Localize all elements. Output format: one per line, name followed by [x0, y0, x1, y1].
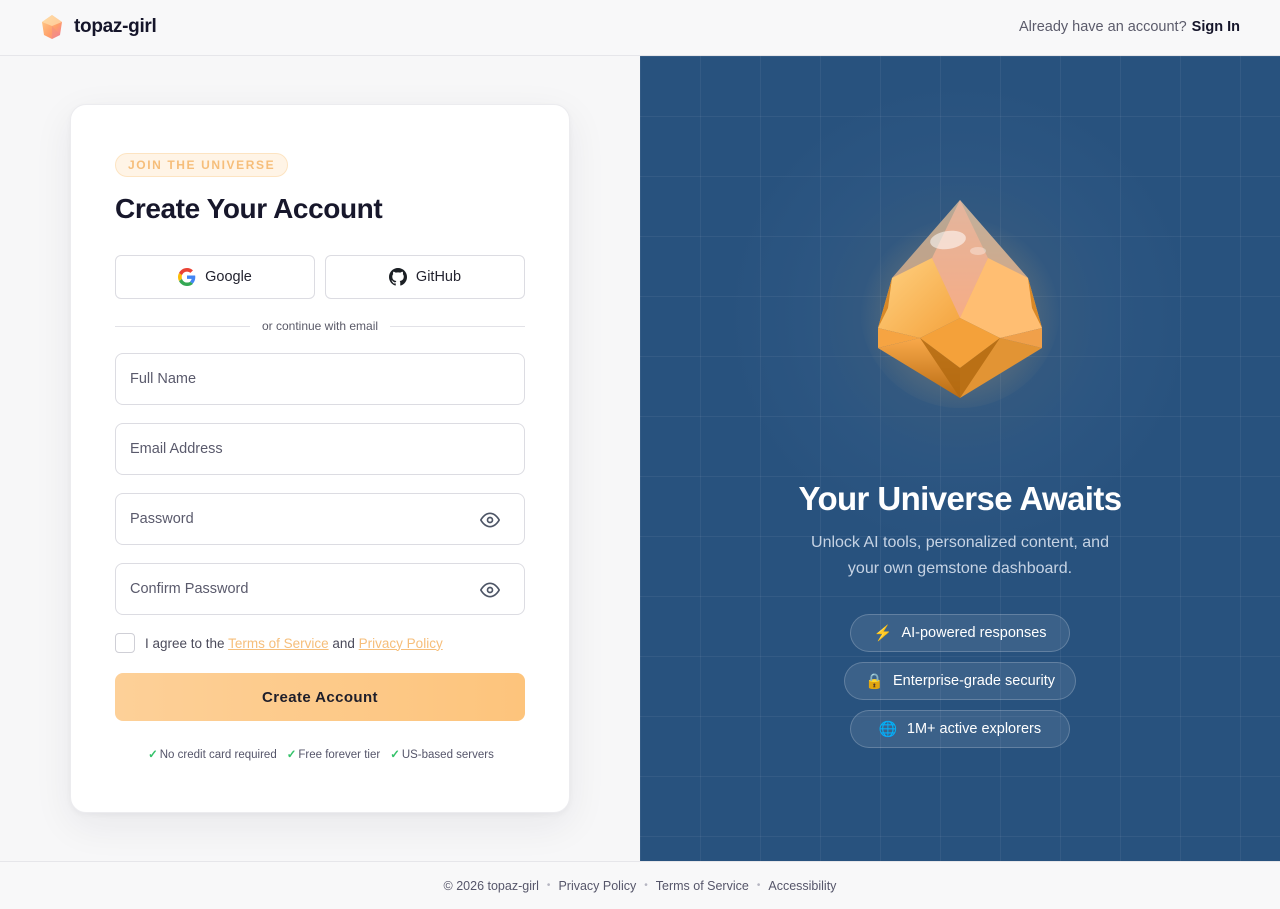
- hero-panel: Your Universe Awaits Unlock AI tools, pe…: [640, 56, 1280, 861]
- password-field: [115, 493, 525, 545]
- email-input[interactable]: [116, 424, 524, 474]
- feature-pill-security: 🔒 Enterprise-grade security: [844, 662, 1076, 700]
- brand[interactable]: topaz-girl: [40, 14, 157, 40]
- footer-separator: •: [644, 880, 648, 891]
- confirm-password-field: [115, 563, 525, 615]
- signup-pane: JOIN THE UNIVERSE Create Your Account Go…: [0, 56, 640, 861]
- google-button-label: Google: [205, 269, 252, 285]
- github-signup-button[interactable]: GitHub: [325, 255, 525, 299]
- agree-prefix: I agree to the: [145, 635, 225, 651]
- agree-and: and: [332, 635, 355, 651]
- bolt-icon: ⚡: [873, 625, 893, 642]
- password-input[interactable]: [116, 494, 524, 544]
- check-icon: ✓: [286, 749, 297, 761]
- signin-link[interactable]: Sign In: [1192, 19, 1240, 35]
- eyebrow-badge: JOIN THE UNIVERSE: [115, 153, 289, 177]
- hero-subtitle: Unlock AI tools, personalized content, a…: [811, 534, 1109, 577]
- top-header: topaz-girl Already have an account? Sign…: [0, 0, 1280, 56]
- google-icon: [178, 268, 196, 286]
- gem-logo-icon: [42, 15, 62, 39]
- perk-item: ✓ No credit card required: [148, 749, 277, 761]
- or-divider: or continue with email: [115, 317, 525, 335]
- signin-prompt-text: Already have an account?: [1018, 19, 1187, 35]
- confirm-password-input[interactable]: [116, 564, 524, 614]
- terms-of-service-link[interactable]: Terms of Service: [228, 636, 329, 651]
- terms-agreement: I agree to the Terms of Service and Priv…: [115, 633, 443, 653]
- terms-agreement-text: I agree to the Terms of Service and Priv…: [145, 636, 443, 651]
- footer-separator: •: [756, 880, 761, 891]
- perk-item: ✓ Free forever tier: [286, 749, 381, 761]
- full-name-field: [115, 353, 525, 405]
- privacy-policy-link[interactable]: Privacy Policy: [359, 636, 443, 651]
- topaz-gem-illustration: [860, 188, 1060, 418]
- feature-pill-explorers: 🌐 1M+ active explorers: [850, 710, 1070, 748]
- feature-pill-ai: ⚡ AI-powered responses: [850, 614, 1070, 652]
- globe-icon: 🌐: [878, 721, 898, 738]
- lock-icon: 🔒: [865, 673, 884, 690]
- divider-text: or continue with email: [261, 319, 379, 333]
- perk-item: ✓ US-based servers: [390, 749, 494, 761]
- page-footer: © 2026 topaz-girl • Privacy Policy • Ter…: [0, 861, 1280, 909]
- create-account-button[interactable]: Create Account: [115, 673, 525, 721]
- feature-label: AI-powered responses: [901, 625, 1047, 641]
- check-icon: ✓: [390, 749, 400, 761]
- copyright: © 2026 topaz-girl: [443, 878, 539, 893]
- signin-prompt: Already have an account? Sign In: [1019, 19, 1240, 35]
- signup-card: JOIN THE UNIVERSE Create Your Account Go…: [70, 104, 570, 813]
- github-button-label: GitHub: [415, 269, 462, 285]
- divider-line-left: [115, 325, 250, 327]
- show-password-eye-icon[interactable]: [480, 510, 500, 530]
- feature-label: Enterprise-grade security: [893, 673, 1055, 689]
- email-field: [115, 423, 525, 475]
- footer-privacy-link[interactable]: Privacy Policy: [558, 879, 636, 893]
- hero-title: Your Universe Awaits: [798, 480, 1122, 517]
- footer-separator: •: [546, 880, 551, 891]
- github-icon: [388, 268, 407, 286]
- brand-name: topaz-girl: [74, 16, 157, 37]
- divider-line-right: [390, 325, 525, 327]
- google-signup-button[interactable]: Google: [115, 255, 315, 299]
- terms-checkbox[interactable]: [115, 633, 135, 653]
- perks-list: ✓ No credit card required ✓ Free forever t…: [71, 747, 571, 761]
- full-name-input[interactable]: [116, 354, 524, 404]
- feature-label: 1M+ active explorers: [906, 721, 1042, 737]
- footer-accessibility-link[interactable]: Accessibility: [768, 879, 836, 893]
- check-icon: ✓: [148, 749, 158, 761]
- footer-terms-link[interactable]: Terms of Service: [656, 879, 749, 893]
- show-confirm-password-eye-icon[interactable]: [480, 580, 500, 600]
- page-title: Create Your Account: [115, 193, 383, 224]
